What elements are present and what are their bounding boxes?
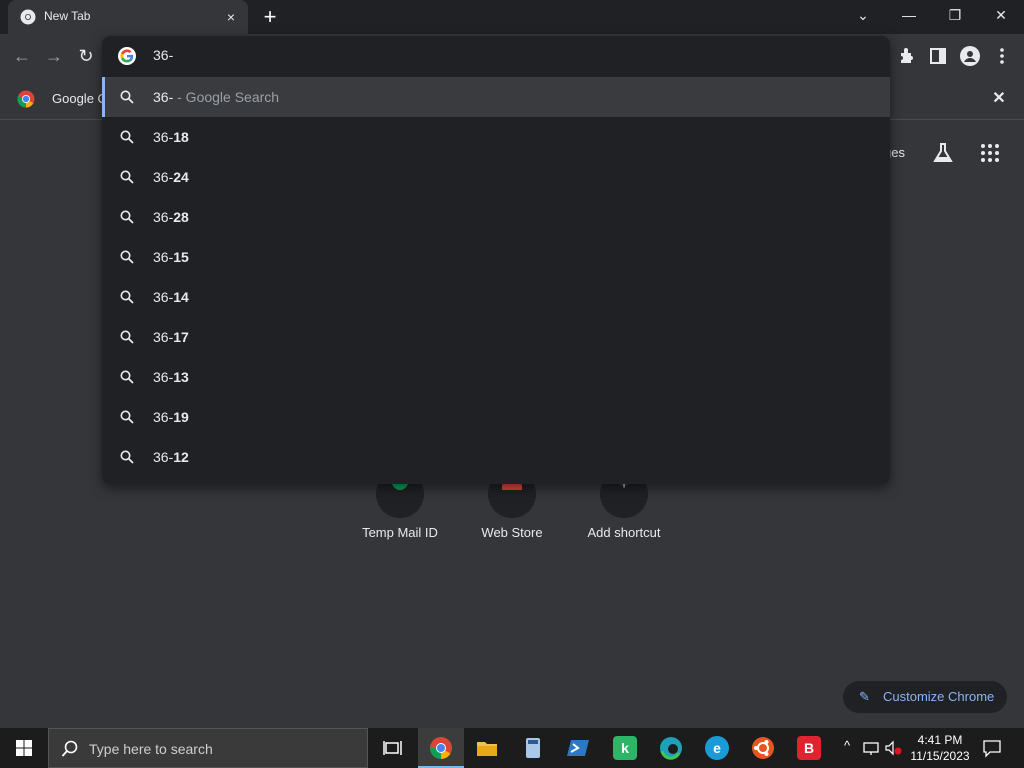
windows-taskbar: Type here to search k e B ^ 4:41 PM 11/1… [0, 728, 1024, 768]
omnibox-input[interactable]: 36- [102, 36, 890, 76]
suggestion-text: 36-28 [153, 209, 189, 225]
search-icon [120, 170, 134, 184]
windows-start-icon[interactable] [0, 728, 48, 768]
selection-indicator [102, 77, 105, 117]
chrome-favicon-icon [20, 9, 36, 25]
close-icon[interactable]: ✕ [990, 90, 1008, 108]
google-g-icon [118, 47, 136, 65]
shortcut-label: Temp Mail ID [362, 525, 438, 540]
omnibox-suggestion[interactable]: 36-28 [102, 197, 890, 237]
tab-search-chevron-icon[interactable]: ⌄ [840, 0, 886, 32]
profile-avatar-icon[interactable] [958, 44, 982, 68]
taskbar-chrome[interactable] [418, 728, 464, 768]
folder-icon [477, 742, 497, 756]
search-icon [120, 450, 134, 464]
taskbar-bitdefender[interactable]: B [786, 728, 832, 768]
taskbar-edge[interactable] [648, 728, 694, 768]
search-icon [120, 330, 134, 344]
notifications-icon[interactable] [982, 738, 1002, 758]
pencil-icon: ✎ [859, 689, 870, 704]
labs-flask-icon[interactable] [932, 142, 954, 164]
reload-icon[interactable]: ↻ [74, 44, 98, 68]
search-icon [61, 740, 78, 757]
search-placeholder: Type here to search [89, 741, 213, 757]
taskbar-search-box[interactable]: Type here to search [48, 728, 368, 768]
omnibox-suggestion[interactable]: 36-12 [102, 437, 890, 477]
bitdefender-icon: B [797, 736, 821, 760]
task-view-button[interactable] [370, 728, 416, 768]
search-icon [120, 130, 134, 144]
google-apps-icon[interactable] [980, 143, 1000, 163]
omnibox-suggestion[interactable]: 36- - Google Search [102, 77, 890, 117]
task-view-icon [383, 741, 402, 755]
search-icon [120, 250, 134, 264]
edge-legacy-icon: e [705, 736, 729, 760]
search-icon [120, 90, 134, 104]
ubuntu-icon [752, 737, 774, 759]
volume-muted-icon[interactable] [884, 738, 902, 758]
forward-arrow-icon[interactable]: → [42, 44, 66, 68]
shortcut-label: Web Store [481, 525, 543, 540]
extensions-icon[interactable] [895, 44, 919, 68]
search-icon [120, 290, 134, 304]
omnibox-suggestion[interactable]: 36-13 [102, 357, 890, 397]
omnibox-suggestion[interactable]: 36-15 [102, 237, 890, 277]
taskbar-edge-legacy[interactable]: e [694, 728, 740, 768]
suggestion-text: 36-12 [153, 449, 189, 465]
powershell-icon [567, 740, 589, 756]
back-arrow-icon[interactable]: ← [10, 44, 34, 68]
side-panel-icon[interactable] [926, 44, 950, 68]
kaspersky-icon: k [613, 736, 637, 760]
new-tab-button[interactable]: + [258, 6, 282, 30]
tab-close-icon[interactable]: × [222, 8, 240, 26]
suggestion-text: 36- - Google Search [153, 89, 280, 105]
omnibox-suggestion[interactable]: 36-19 [102, 397, 890, 437]
chrome-menu-icon[interactable] [990, 44, 1014, 68]
suggestion-text: 36-19 [153, 409, 189, 425]
chrome-icon [430, 737, 452, 759]
suggestion-text: 36-15 [153, 249, 189, 265]
taskbar-calculator[interactable] [510, 728, 556, 768]
show-hidden-icons-chevron-icon[interactable]: ^ [838, 738, 856, 758]
taskbar-file-explorer[interactable] [464, 728, 510, 768]
chrome-logo-icon [17, 90, 35, 108]
omnibox-dropdown: 36- 36- - Google Search 36-18 36-24 36-28 36… [102, 36, 890, 484]
tab-title: New Tab [44, 9, 91, 23]
search-icon [120, 370, 134, 384]
tab-strip: New Tab × + ⌄ — ❐ ✕ [0, 0, 1024, 34]
calculator-icon [526, 738, 540, 758]
omnibox-suggestion[interactable]: 36-14 [102, 277, 890, 317]
suggestion-text: 36-18 [153, 129, 189, 145]
taskbar-ubuntu[interactable] [740, 728, 786, 768]
clock-date: 11/15/2023 [910, 749, 970, 763]
tab-new-tab[interactable]: New Tab × [8, 0, 248, 34]
omnibox-text[interactable]: 36- [153, 47, 173, 63]
network-icon[interactable] [862, 738, 880, 758]
shortcut-label: Add shortcut [587, 525, 661, 540]
restore-button[interactable]: ❐ [932, 0, 978, 32]
customize-chrome-button[interactable]: ✎ Customize Chrome [843, 681, 1007, 713]
suggestion-text: 36-13 [153, 369, 189, 385]
edge-icon [660, 737, 682, 760]
suggestion-text: 36-14 [153, 289, 189, 305]
search-icon [120, 210, 134, 224]
customize-chrome-label: Customize Chrome [883, 689, 995, 704]
clock-time: 4:41 PM [917, 733, 963, 747]
suggestion-text: 36-24 [153, 169, 189, 185]
taskbar-clock[interactable]: 4:41 PM 11/15/2023 [906, 732, 974, 764]
bookmark-item-google[interactable]: Google C [52, 91, 107, 106]
search-icon [120, 410, 134, 424]
taskbar-powershell[interactable] [556, 728, 602, 768]
omnibox-suggestion[interactable]: 36-18 [102, 117, 890, 157]
suggestion-text: 36-17 [153, 329, 189, 345]
omnibox-suggestion[interactable]: 36-17 [102, 317, 890, 357]
omnibox-suggestion[interactable]: 36-24 [102, 157, 890, 197]
close-window-button[interactable]: ✕ [978, 0, 1024, 32]
taskbar-kaspersky[interactable]: k [602, 728, 648, 768]
minimize-button[interactable]: — [886, 0, 932, 32]
